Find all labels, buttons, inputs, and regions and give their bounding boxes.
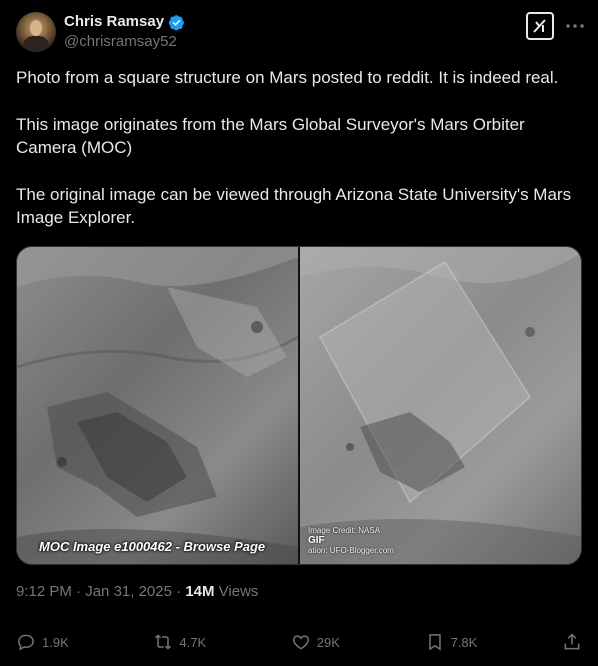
tweet-date[interactable]: Jan 31, 2025 (85, 583, 172, 600)
tweet-meta: 9:12 PM · Jan 31, 2025 · 14M Views (16, 582, 258, 602)
gif-badge[interactable]: GIF (308, 536, 325, 546)
tweet-header: Chris Ramsay @chrisramsay52 (16, 12, 584, 52)
views-count: 14M (185, 583, 215, 600)
meta-separator: · (176, 583, 186, 600)
name-row: Chris Ramsay (64, 13, 185, 31)
tweet-paragraph: The original image can be viewed through… (16, 185, 572, 227)
tweet-paragraph: Photo from a square structure on Mars po… (16, 68, 559, 87)
like-count: 29K (316, 634, 340, 650)
terrain-texture-left (17, 247, 298, 564)
image-credit: Image Credit: NASA GIF ation: UFO-Blogge… (308, 526, 394, 556)
avatar[interactable] (16, 12, 56, 52)
author-display-name[interactable]: Chris Ramsay (64, 13, 164, 31)
bookmark-button[interactable]: 7.8K (425, 632, 478, 652)
author-block: Chris Ramsay @chrisramsay52 (64, 13, 185, 52)
tweet-text: Photo from a square structure on Mars po… (16, 66, 582, 229)
reply-icon (18, 634, 34, 651)
tweet-paragraph: This image originates from the Mars Glob… (16, 115, 525, 157)
tweet-time[interactable]: 9:12 PM (16, 583, 72, 600)
like-button[interactable]: 29K (291, 632, 340, 652)
repost-icon (155, 634, 172, 650)
more-horizontal-icon (566, 24, 584, 28)
mars-image-left: MOC Image e1000462 - Browse Page (17, 247, 298, 564)
bookmark-count: 7.8K (450, 634, 478, 650)
grok-button[interactable] (526, 12, 554, 40)
moc-image-caption: MOC Image e1000462 - Browse Page (39, 539, 266, 554)
bookmark-icon (428, 634, 441, 651)
share-icon (564, 633, 580, 650)
views-label: Views (218, 583, 259, 600)
grok-icon (533, 19, 546, 33)
repost-count: 4.7K (179, 634, 207, 650)
avatar-face (30, 20, 42, 36)
heart-icon (292, 635, 309, 650)
repost-button[interactable]: 4.7K (153, 632, 206, 652)
reply-button[interactable]: 1.9K (16, 632, 69, 652)
mars-image-right: Image Credit: NASA GIF ation: UFO-Blogge… (300, 247, 581, 564)
terrain-texture-right (300, 247, 581, 564)
tweet-actions: 1.9K 4.7K 29K 7.8K (16, 630, 582, 654)
share-button[interactable] (562, 632, 582, 652)
tweet-media[interactable]: MOC Image e1000462 - Browse Page Image C… (16, 246, 582, 565)
more-options-button[interactable] (564, 14, 586, 38)
verified-badge-icon (168, 14, 184, 30)
credit-line-animation: ation: UFO-Blogger.com (308, 546, 394, 555)
reply-count: 1.9K (42, 634, 69, 650)
avatar-body (23, 36, 49, 52)
author-handle[interactable]: @chrisramsay52 (64, 32, 185, 52)
meta-separator: · (76, 583, 86, 600)
